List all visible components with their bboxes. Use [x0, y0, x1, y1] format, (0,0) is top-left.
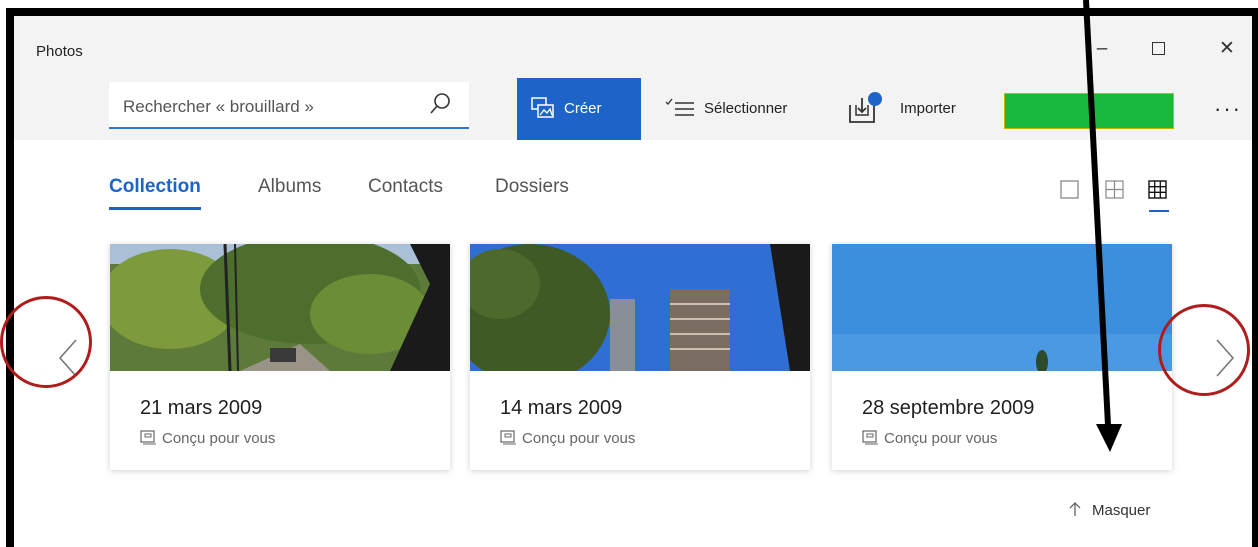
active-view-indicator — [1149, 210, 1169, 212]
search-placeholder: Rechercher « brouillard » — [123, 97, 314, 116]
card-subtitle-text: Conçu pour vous — [522, 430, 636, 447]
card-subtitle: Conçu pour vous — [140, 430, 275, 447]
designed-for-you-icon — [500, 430, 516, 445]
card-date: 14 mars 2009 — [500, 397, 623, 419]
account-redaction[interactable] — [1004, 93, 1174, 129]
command-bar: Rechercher « brouillard » Créer Sélectio… — [14, 60, 1252, 140]
maximize-icon — [1151, 42, 1165, 56]
card-subtitle-text: Conçu pour vous — [162, 430, 276, 447]
tab-dossiers[interactable]: Dossiers — [495, 176, 569, 198]
card-thumbnail — [832, 244, 1172, 371]
create-label: Créer — [564, 100, 602, 117]
card-date: 28 septembre 2009 — [862, 397, 1035, 419]
small-view-icon[interactable] — [1147, 179, 1169, 201]
memory-card[interactable]: 28 septembre 2009 Conçu pour vous — [832, 244, 1172, 470]
card-thumbnail — [110, 244, 450, 371]
arrow-up-icon — [1069, 502, 1081, 516]
tab-contacts[interactable]: Contacts — [368, 176, 443, 198]
annotation-circle-left — [0, 296, 92, 388]
memory-card[interactable]: 21 mars 2009 Conçu pour vous — [110, 244, 450, 470]
select-label: Sélectionner — [704, 100, 788, 117]
import-label: Importer — [900, 100, 956, 117]
tab-albums[interactable]: Albums — [258, 176, 321, 198]
hide-label: Masquer — [1092, 502, 1151, 519]
more-options-button[interactable]: ··· — [1214, 96, 1252, 126]
select-button[interactable]: Sélectionner — [654, 78, 826, 140]
hide-button[interactable]: Masquer — [1068, 501, 1150, 519]
designed-for-you-icon — [140, 430, 156, 445]
card-date: 21 mars 2009 — [140, 397, 263, 419]
app-title: Photos — [36, 43, 83, 60]
import-icon — [849, 92, 882, 123]
card-subtitle: Conçu pour vous — [500, 430, 635, 447]
designed-for-you-icon — [862, 430, 878, 445]
search-input[interactable]: Rechercher « brouillard » — [109, 82, 469, 129]
memory-card[interactable]: 14 mars 2009 Conçu pour vous — [470, 244, 810, 470]
annotation-circle-right — [1158, 304, 1250, 396]
search-icon[interactable] — [429, 92, 451, 116]
annotation-frame: Photos – ✕ Rechercher « brouillard » Cré… — [6, 8, 1258, 547]
select-list-icon — [665, 98, 694, 116]
large-view-icon[interactable] — [1059, 179, 1081, 201]
tab-collection[interactable]: Collection — [109, 176, 201, 210]
title-bar: Photos – ✕ — [14, 16, 1252, 60]
card-thumbnail — [470, 244, 810, 371]
card-subtitle-text: Conçu pour vous — [884, 430, 998, 447]
tab-collection-label: Collection — [109, 176, 201, 197]
active-tab-indicator — [109, 207, 201, 210]
card-subtitle: Conçu pour vous — [862, 430, 997, 447]
create-button[interactable]: Créer — [517, 78, 641, 140]
photos-app: Photos – ✕ Rechercher « brouillard » Cré… — [14, 16, 1252, 547]
medium-view-icon[interactable] — [1104, 179, 1126, 201]
create-icon — [531, 97, 554, 118]
import-button[interactable]: Importer — [840, 78, 990, 140]
